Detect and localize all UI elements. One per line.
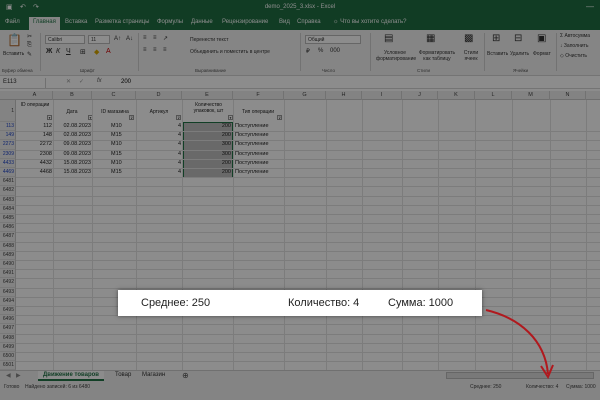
excel-window: ▣ ↶ ↷ demo_2025_3.xlsx - Excel — Файл Гл…: [0, 0, 600, 400]
annotation-arrow: [485, 309, 554, 380]
arrow-path: [485, 309, 549, 375]
